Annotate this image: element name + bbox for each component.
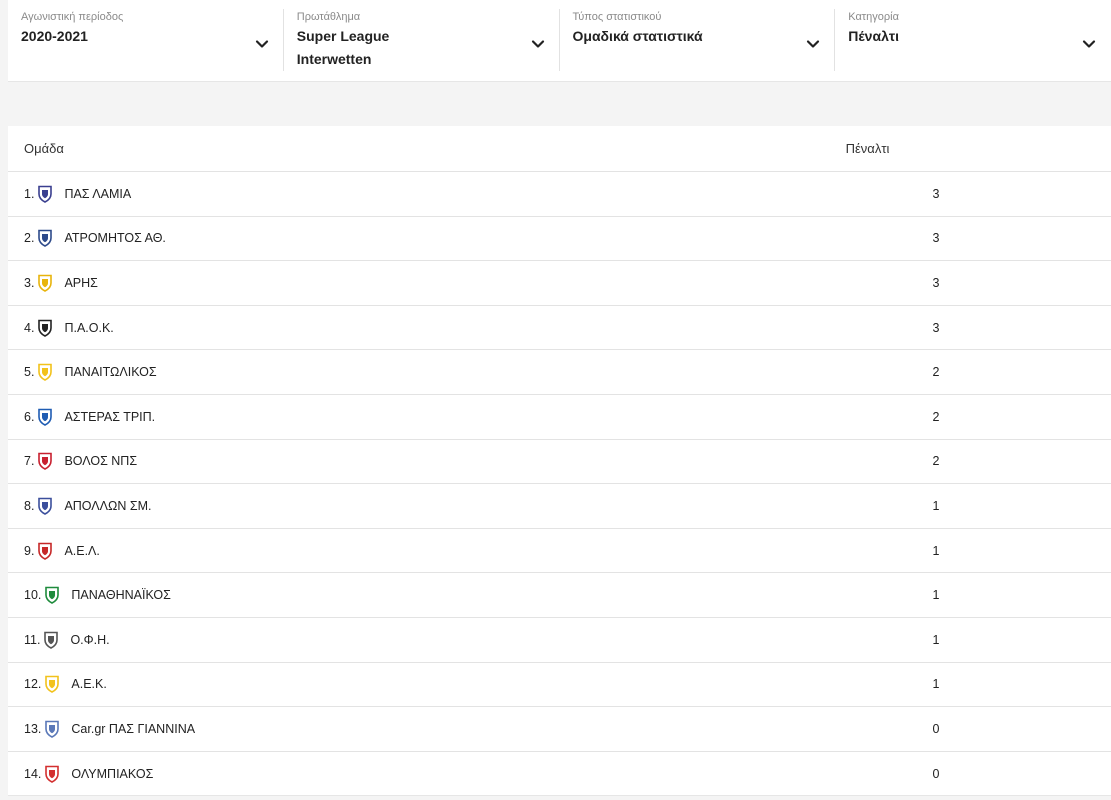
team-column-header[interactable]: Ομάδα (8, 141, 820, 156)
rank-number: 11. (24, 632, 41, 647)
penalty-count: 2 (932, 454, 940, 469)
aris-crest-icon (36, 274, 54, 292)
rank-number: 6. (24, 409, 35, 424)
apollon-crest-icon (36, 497, 54, 515)
team-name-link[interactable]: ΠΑΝΑΘΗΝΑΪΚΟΣ (71, 588, 911, 602)
team-name-link[interactable]: Car.gr ΠΑΣ ΓΙΑΝΝΙΝΑ (71, 722, 911, 736)
chevron-down-icon[interactable] (530, 36, 546, 52)
stat-type-dropdown[interactable]: Τύπος στατιστικού Ομαδικά στατιστικά (560, 0, 836, 81)
olympiacos-crest-icon (43, 765, 61, 783)
team-name-link[interactable]: ΑΣΤΕΡΑΣ ΤΡΙΠ. (64, 410, 911, 424)
table-row[interactable]: 4. Π.Α.Ο.Κ. 3 (8, 306, 1111, 351)
table-row[interactable]: 10. ΠΑΝΑΘΗΝΑΪΚΟΣ 1 (8, 573, 1111, 618)
paok-crest-icon (36, 319, 54, 337)
category-dropdown[interactable]: Κατηγορία Πέναλτι (835, 0, 1111, 81)
ael-crest-icon (36, 542, 54, 560)
penalty-count: 1 (932, 543, 940, 558)
table-row[interactable]: 1. ΠΑΣ ΛΑΜΙΑ 3 (8, 172, 1111, 217)
table-row[interactable]: 13. Car.gr ΠΑΣ ΓΙΑΝΝΙΝΑ 0 (8, 707, 1111, 752)
chevron-down-icon[interactable] (1081, 36, 1097, 52)
penalty-count: 0 (932, 767, 940, 782)
penalty-count: 0 (932, 721, 940, 736)
stats-table: Ομάδα Πέναλτι 1. ΠΑΣ ΛΑΜΙΑ 3 2. ΑΤΡΟΜΗΤΟΣ ΑΘ… (8, 126, 1111, 796)
table-row[interactable]: 12. Α.Ε.Κ. 1 (8, 663, 1111, 708)
rank-number: 3. (24, 275, 35, 290)
table-row[interactable]: 7. ΒΟΛΟΣ ΝΠΣ 2 (8, 440, 1111, 485)
penalty-count: 1 (932, 677, 940, 692)
penalty-column-header[interactable]: Πέναλτι (820, 141, 915, 156)
season-dropdown[interactable]: Αγωνιστική περίοδος 2020-2021 (8, 0, 284, 81)
rank-number: 1. (24, 186, 35, 201)
penalty-count: 1 (932, 498, 940, 513)
lamia-crest-icon (36, 185, 54, 203)
team-name-link[interactable]: ΑΤΡΟΜΗΤΟΣ ΑΘ. (64, 231, 911, 245)
penalty-count: 2 (932, 365, 940, 380)
panathinaikos-crest-icon (43, 586, 61, 605)
penalty-count: 2 (932, 409, 940, 424)
rank-number: 9. (24, 543, 35, 558)
team-name-link[interactable]: ΠΑΣ ΛΑΜΙΑ (64, 187, 911, 201)
category-dropdown-value: Πέναλτι (848, 28, 899, 44)
penalty-count: 3 (932, 320, 940, 335)
table-row[interactable]: 11. Ο.Φ.Η. 1 (8, 618, 1111, 663)
chevron-down-icon[interactable] (805, 36, 821, 52)
stat-type-dropdown-value: Ομαδικά στατιστικά (572, 28, 703, 44)
season-dropdown-label: Αγωνιστική περίοδος (21, 11, 124, 23)
league-dropdown-label: Πρωτάθλημα (296, 11, 361, 23)
category-dropdown-label: Κατηγορία (848, 11, 899, 23)
penalty-count: 3 (932, 231, 940, 246)
team-name-link[interactable]: Π.Α.Ο.Κ. (64, 321, 911, 335)
rank-number: 5. (24, 365, 35, 380)
team-name-link[interactable]: Α.Ε.Κ. (71, 677, 911, 691)
team-name-link[interactable]: ΟΛΥΜΠΙΑΚΟΣ (71, 767, 911, 781)
penalty-count: 1 (932, 588, 940, 603)
table-row[interactable]: 9. Α.Ε.Λ. 1 (8, 529, 1111, 574)
aek-crest-icon (43, 675, 61, 694)
rank-number: 13. (24, 721, 42, 736)
penalty-count: 3 (932, 275, 940, 290)
volos-crest-icon (36, 452, 54, 471)
rank-number: 14. (24, 767, 42, 782)
stat-type-dropdown-label: Τύπος στατιστικού (572, 11, 662, 23)
league-dropdown[interactable]: Πρωτάθλημα Super League Interwetten (284, 0, 560, 81)
rank-number: 4. (24, 320, 35, 335)
rank-number: 12. (24, 677, 42, 692)
table-row[interactable]: 8. ΑΠΟΛΛΩΝ ΣΜ. 1 (8, 484, 1111, 529)
filter-bar: Αγωνιστική περίοδος 2020-2021 Πρωτάθλημα… (8, 0, 1111, 82)
panaitolikos-crest-icon (36, 363, 54, 382)
season-dropdown-value: 2020-2021 (21, 28, 88, 44)
table-body: 1. ΠΑΣ ΛΑΜΙΑ 3 2. ΑΤΡΟΜΗΤΟΣ ΑΘ. 3 3. ΑΡΗΣ 3 4. Π.Α… (8, 172, 1111, 796)
chevron-down-icon[interactable] (254, 36, 270, 52)
rank-number: 7. (24, 454, 35, 469)
table-row[interactable]: 5. ΠΑΝΑΙΤΩΛΙΚΟΣ 2 (8, 350, 1111, 395)
team-name-link[interactable]: ΠΑΝΑΙΤΩΛΙΚΟΣ (64, 365, 911, 379)
table-row[interactable]: 3. ΑΡΗΣ 3 (8, 261, 1111, 306)
penalty-count: 3 (932, 186, 940, 201)
atromitos-crest-icon (36, 229, 54, 248)
team-name-link[interactable]: ΒΟΛΟΣ ΝΠΣ (64, 454, 911, 468)
table-row[interactable]: 6. ΑΣΤΕΡΑΣ ΤΡΙΠ. 2 (8, 395, 1111, 440)
rank-number: 8. (24, 498, 35, 513)
league-dropdown-value: Super League Interwetten (296, 28, 390, 67)
team-name-link[interactable]: Α.Ε.Λ. (64, 544, 911, 558)
penalty-count: 1 (932, 632, 940, 647)
rank-number: 2. (24, 231, 35, 246)
team-name-link[interactable]: ΑΠΟΛΛΩΝ ΣΜ. (64, 499, 911, 513)
table-row[interactable]: 14. ΟΛΥΜΠΙΑΚΟΣ 0 (8, 752, 1111, 797)
team-name-link[interactable]: Ο.Φ.Η. (70, 633, 911, 647)
pas-giannina-crest-icon (43, 720, 61, 738)
asteras-crest-icon (36, 408, 54, 426)
table-header: Ομάδα Πέναλτι (8, 126, 1111, 172)
ofi-crest-icon (42, 631, 60, 649)
table-row[interactable]: 2. ΑΤΡΟΜΗΤΟΣ ΑΘ. 3 (8, 217, 1111, 262)
team-name-link[interactable]: ΑΡΗΣ (64, 276, 911, 290)
rank-number: 10. (24, 588, 42, 603)
